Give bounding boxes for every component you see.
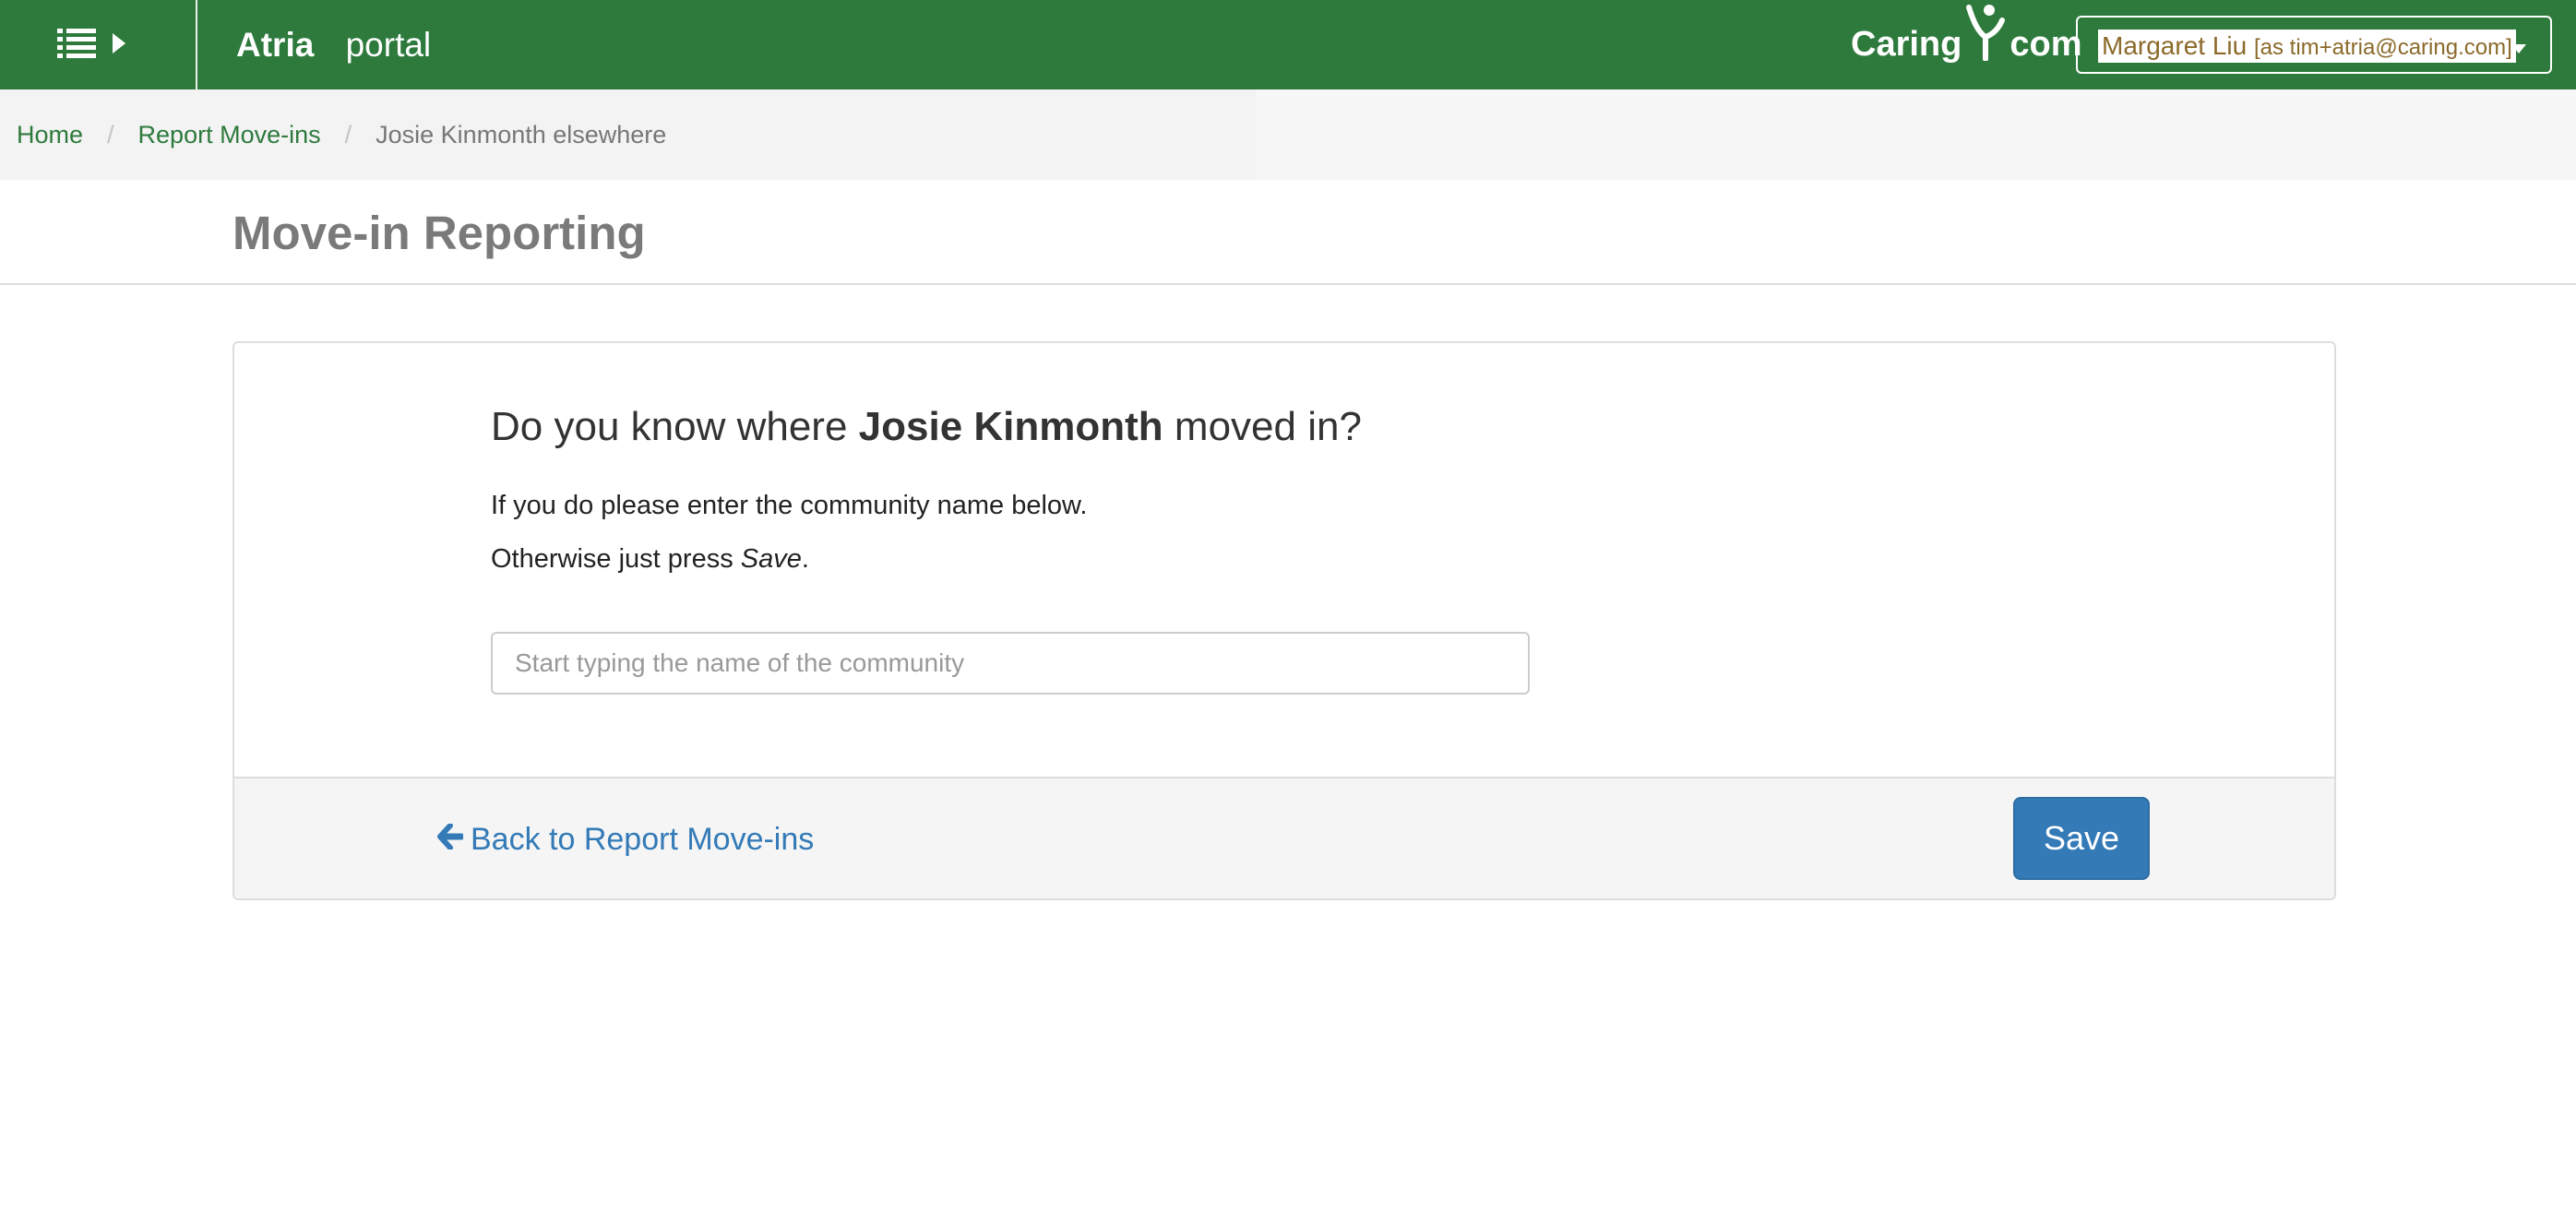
breadcrumb-item-home[interactable]: Home: [17, 121, 83, 149]
hint-2-suffix: .: [801, 544, 809, 574]
hint-text-2: Otherwise just press Save.: [491, 541, 809, 577]
caret-down-icon: [2511, 42, 2526, 58]
hint-2-emphasis: Save: [740, 544, 802, 574]
caring-person-icon: [1965, 4, 2006, 85]
breadcrumb-current: Josie Kinmonth elsewhere: [376, 121, 667, 149]
caring-logo[interactable]: Caring com: [1851, 5, 2082, 79]
move-in-panel: Do you know where Josie Kinmonth moved i…: [233, 341, 2336, 900]
brand[interactable]: Atria portal: [236, 20, 431, 70]
brand-subtitle: portal: [345, 26, 432, 64]
question-heading: Do you know where Josie Kinmonth moved i…: [491, 400, 1362, 454]
page-title: Move-in Reporting: [233, 207, 646, 259]
community-search-input[interactable]: [491, 632, 1530, 695]
hint-text-1: If you do please enter the community nam…: [491, 491, 1088, 520]
breadcrumb-separator: /: [344, 121, 352, 149]
breadcrumb-separator: /: [107, 121, 114, 149]
sidebar-toggle-button[interactable]: [0, 0, 197, 89]
breadcrumb-container: Home / Report Move-ins / Josie Kinmonth else…: [0, 89, 1257, 180]
top-navbar: Atria portal Caring com Margaret Liu [as…: [0, 0, 2576, 89]
back-link-label: Back to Report Move-ins: [471, 822, 815, 857]
logo-text-left: Caring: [1851, 25, 1962, 64]
user-name: Margaret Liu: [2102, 31, 2248, 60]
brand-name: Atria: [236, 26, 315, 64]
breadcrumb: Home / Report Move-ins / Josie Kinmonth else…: [17, 117, 666, 152]
question-prefix: Do you know where: [491, 404, 859, 449]
panel-footer: Back to Report Move-ins Save: [234, 777, 2334, 898]
hint-2-prefix: Otherwise just press: [491, 544, 741, 574]
save-button[interactable]: Save: [2013, 797, 2150, 880]
breadcrumb-bar: Home / Report Move-ins / Josie Kinmonth else…: [0, 89, 2576, 180]
list-icon: [57, 28, 96, 64]
person-name: Josie Kinmonth: [858, 404, 1163, 449]
question-suffix: moved in?: [1163, 404, 1362, 449]
title-divider: [0, 283, 2576, 285]
user-as-account: [as tim+atria@caring.com]: [2253, 35, 2512, 60]
logo-text-right: com: [2010, 25, 2082, 64]
arrow-left-icon: [437, 819, 465, 860]
user-menu-dropdown[interactable]: Margaret Liu [as tim+atria@caring.com]: [2076, 16, 2552, 74]
user-name-label: Margaret Liu [as tim+atria@caring.com]: [2098, 30, 2516, 63]
breadcrumb-item-report-move-ins[interactable]: Report Move-ins: [138, 121, 321, 149]
caret-right-icon: [113, 33, 125, 58]
back-to-report-move-ins-link[interactable]: Back to Report Move-ins: [437, 819, 814, 860]
